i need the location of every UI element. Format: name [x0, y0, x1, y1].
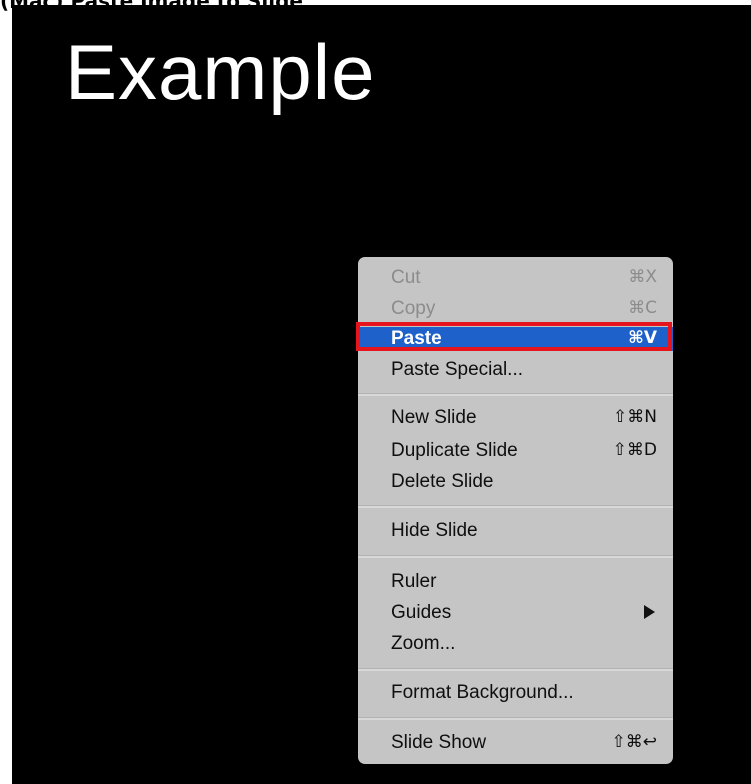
menu-item-hide-slide[interactable]: Hide Slide: [358, 519, 673, 542]
context-menu: Cut ⌘X Copy ⌘C Paste ⌘V Paste Special...…: [358, 257, 673, 764]
menu-item-duplicate-slide[interactable]: Duplicate Slide ⇧⌘D: [358, 439, 673, 462]
menu-item-cut[interactable]: Cut ⌘X: [358, 266, 673, 289]
menu-item-label: Ruler: [391, 571, 437, 592]
menu-item-label: Guides: [391, 602, 452, 623]
menu-item-shortcut: ⇧⌘N: [613, 407, 657, 427]
menu-item-label: Duplicate Slide: [391, 440, 518, 461]
menu-item-format-background[interactable]: Format Background...: [358, 681, 673, 704]
menu-item-copy[interactable]: Copy ⌘C: [358, 297, 673, 320]
menu-item-label: New Slide: [391, 407, 477, 428]
menu-item-shortcut: ⇧⌘↩: [611, 732, 658, 752]
menu-item-delete-slide[interactable]: Delete Slide: [358, 470, 673, 493]
menu-item-shortcut: ⌘V: [628, 328, 657, 348]
menu-item-label: Slide Show: [391, 732, 487, 753]
menu-separator: [358, 668, 673, 671]
menu-item-slide-show[interactable]: Slide Show ⇧⌘↩: [358, 731, 673, 754]
menu-separator: [358, 717, 673, 720]
menu-item-label: Format Background...: [391, 682, 574, 703]
triangle-right-icon: [644, 605, 655, 619]
menu-item-new-slide[interactable]: New Slide ⇧⌘N: [358, 406, 673, 429]
menu-item-shortcut: ⇧⌘D: [612, 440, 657, 460]
screenshot-root: (Mac) Paste Image to Slide Example Cut ⌘…: [0, 0, 751, 784]
menu-separator: [358, 555, 673, 558]
menu-item-shortcut: ⌘C: [628, 298, 657, 318]
menu-separator: [358, 393, 673, 396]
menu-item-guides[interactable]: Guides: [358, 601, 673, 624]
menu-item-label: Delete Slide: [391, 471, 494, 492]
menu-item-label: Copy: [391, 298, 436, 319]
menu-item-ruler[interactable]: Ruler: [358, 570, 673, 593]
menu-item-label: Zoom...: [391, 633, 456, 654]
menu-item-label: Cut: [391, 267, 421, 288]
menu-item-zoom[interactable]: Zoom...: [358, 632, 673, 655]
menu-item-paste[interactable]: Paste ⌘V: [358, 327, 673, 351]
menu-item-paste-special[interactable]: Paste Special...: [358, 358, 673, 381]
menu-item-label: Paste Special...: [391, 359, 524, 380]
menu-item-shortcut: ⌘X: [628, 267, 657, 287]
slide-title[interactable]: Example: [65, 27, 375, 117]
menu-item-label: Hide Slide: [391, 520, 478, 541]
menu-separator: [358, 505, 673, 508]
menu-item-label: Paste: [391, 328, 442, 349]
